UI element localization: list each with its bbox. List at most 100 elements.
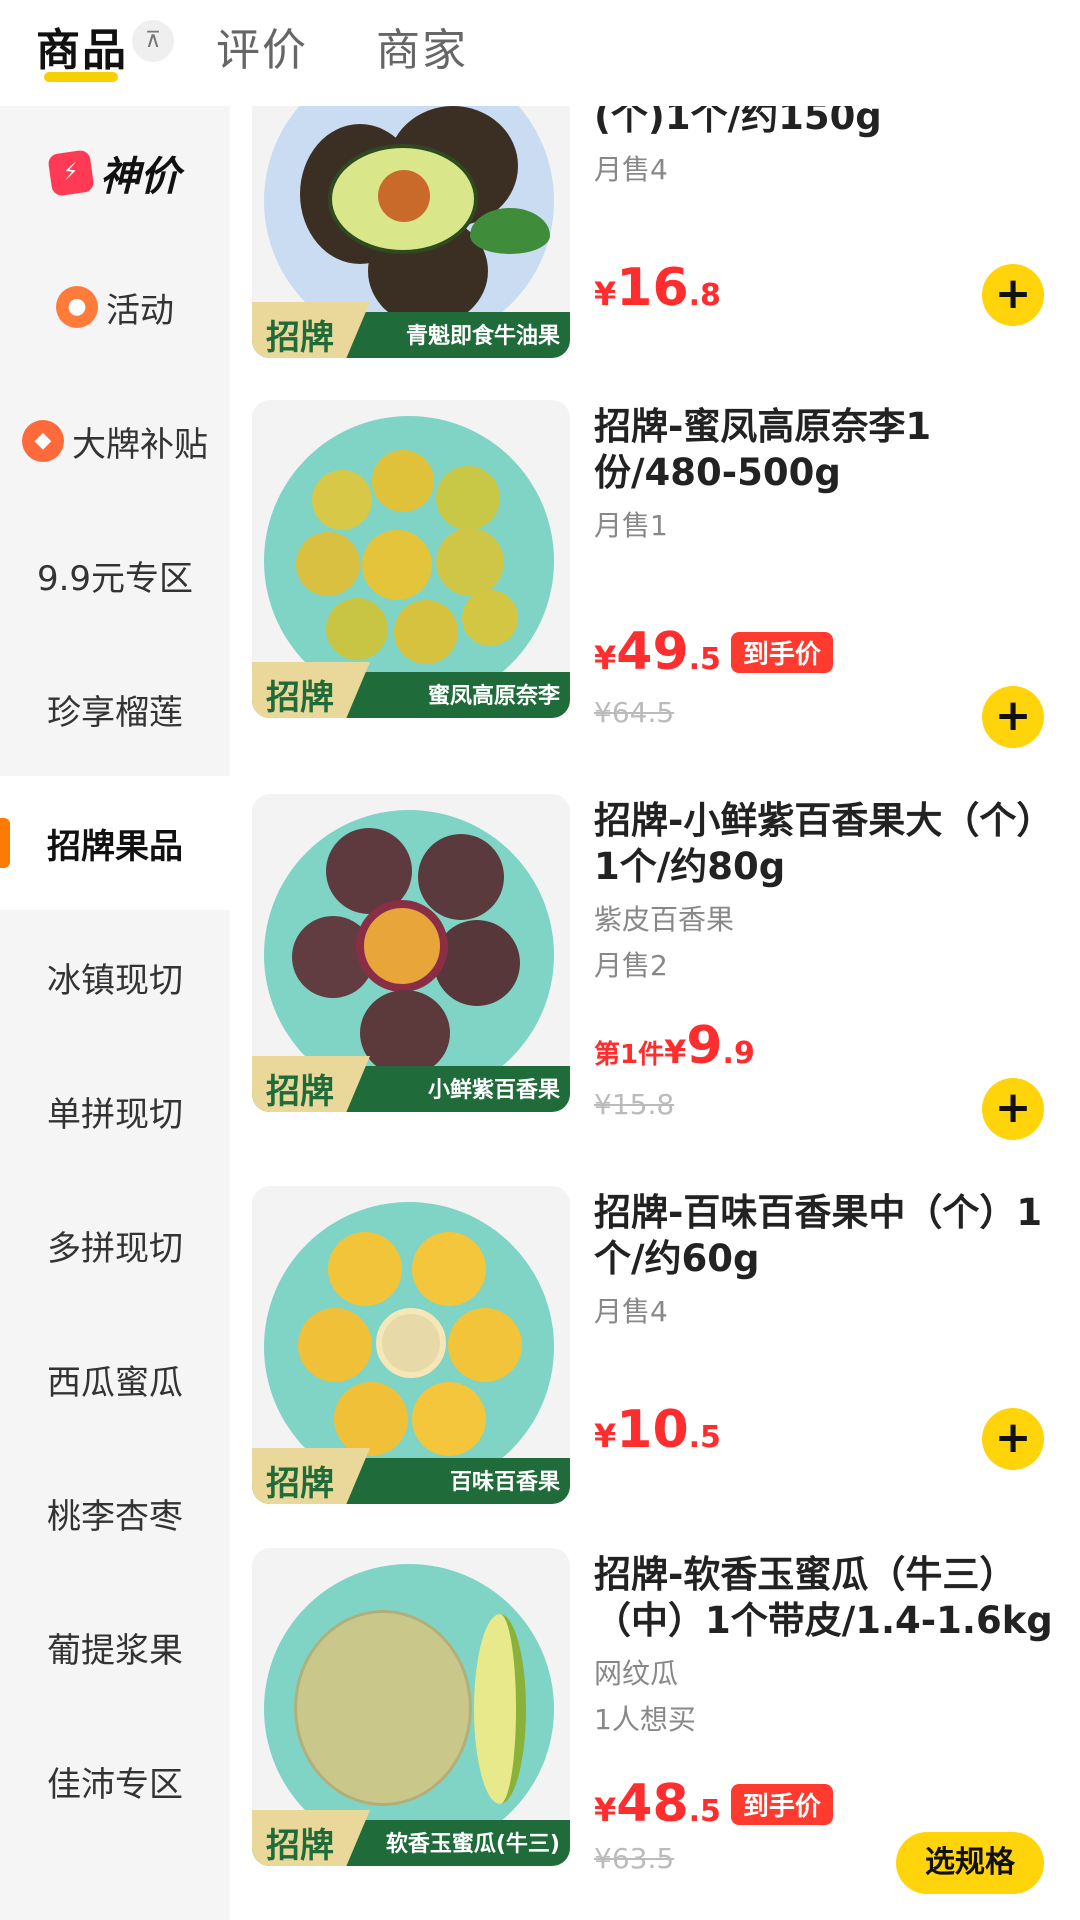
sidebar-item-label: 佳沛专区 [47, 1764, 183, 1805]
wishlist-count: 1人想买 [594, 1703, 696, 1736]
collapse-icon[interactable]: ⊼ [132, 20, 174, 62]
sidebar-item-label: 单拼现切 [47, 1094, 183, 1135]
sidebar-item-label: 珍享榴莲 [47, 692, 183, 733]
product-subtitle: 紫皮百香果 [594, 903, 735, 936]
price-currency: ¥ [594, 639, 617, 677]
melon-shape [294, 1610, 472, 1806]
price-currency: ¥ [664, 1033, 687, 1071]
price-currency: ¥ [594, 1791, 617, 1829]
plum-shape [362, 530, 432, 600]
tab-goods[interactable]: 商品 [36, 14, 128, 78]
add-to-cart-button[interactable]: + [982, 686, 1044, 748]
plum-shape [296, 532, 360, 596]
product-title: 招牌-小鲜紫百香果大（个）1个/约80g [594, 799, 1054, 888]
price-decimal: .9 [722, 1036, 755, 1071]
sidebar-item-multi-cut[interactable]: 多拼现切 [0, 1178, 230, 1312]
original-price: ¥63.5 [594, 1842, 675, 1875]
brand-badge-text: 招牌 [266, 1072, 334, 1112]
sidebar-item-signature-fruit[interactable]: 招牌果品 [0, 776, 230, 910]
plum-shape [312, 470, 372, 530]
yellow-passion-fruit-shape [412, 1382, 486, 1456]
product-image[interactable]: 招牌 软香玉蜜瓜(牛三) [252, 1548, 570, 1866]
product-image[interactable]: 招牌 蜜凤高原奈李 [252, 400, 570, 718]
top-tab-bar: 商品 ⊼ 评价 商家 [0, 0, 1080, 106]
plum-shape [436, 466, 500, 530]
passion-fruit-shape [360, 990, 450, 1076]
price-decimal: .5 [688, 1420, 721, 1455]
add-to-cart-button[interactable]: + [982, 264, 1044, 326]
plum-shape [436, 528, 504, 596]
price: ¥ 16 .8 [594, 258, 721, 318]
tag-icon: ● [56, 286, 98, 328]
final-price-tag: 到手价 [730, 632, 833, 673]
product-card[interactable]: 招牌 蜜凤高原奈李 招牌-蜜凤高原奈李1份/480-500g 月售1 ¥ 49 … [252, 400, 1062, 748]
tab-merchant[interactable]: 商家 [376, 14, 468, 78]
product-title: 招牌-百味百香果中（个）1个/约60g [594, 1191, 1043, 1280]
sidebar-item-activity[interactable]: ● 活动 [0, 240, 230, 374]
sidebar-item-9-9-zone[interactable]: 9.9元专区 [0, 508, 230, 642]
brand-badge-text: 招牌 [266, 1826, 334, 1866]
yellow-passion-fruit-shape [298, 1308, 372, 1382]
sidebar-item-berries[interactable]: 葡提浆果 [0, 1580, 230, 1714]
sidebar-item-iced-cut[interactable]: 冰镇现切 [0, 910, 230, 1044]
select-spec-button[interactable]: 选规格 [896, 1832, 1044, 1894]
sidebar-item-durian[interactable]: 珍享榴莲 [0, 642, 230, 776]
tab-reviews[interactable]: 评价 [216, 14, 308, 78]
lightning-icon: ⚡ [47, 149, 95, 197]
price-integer: 16 [616, 258, 689, 318]
tab-active-underline [44, 72, 118, 82]
product-title: 招牌-软香玉蜜瓜（牛三）（中）1个带皮/1.4-1.6kg [594, 1553, 1053, 1642]
price-integer: 9 [686, 1016, 723, 1076]
product-badge-name: 蜜凤高原奈李 [427, 684, 560, 709]
sidebar-item-label: 9.9元专区 [36, 558, 194, 599]
yellow-passion-fruit-shape [328, 1232, 402, 1306]
product-card[interactable]: 招牌 软香玉蜜瓜(牛三) 招牌-软香玉蜜瓜（牛三）（中）1个带皮/1.4-1.6… [252, 1548, 1062, 1894]
plum-shape [326, 598, 388, 660]
brand-badge-text: 招牌 [266, 1464, 334, 1504]
product-card[interactable]: 招牌 百味百香果 招牌-百味百香果中（个）1个/约60g 月售4 ¥ 10 .5… [252, 1186, 1062, 1506]
sidebar-item-zespri[interactable]: 佳沛专区 [0, 1714, 230, 1848]
passion-fruit-half-shape [356, 900, 448, 992]
sidebar-item-label: 冰镇现切 [47, 960, 183, 1001]
monthly-sales: 月售2 [594, 949, 668, 982]
product-card[interactable]: 招牌 小鲜紫百香果 招牌-小鲜紫百香果大（个）1个/约80g 紫皮百香果 月售2… [252, 794, 1062, 1140]
sidebar-item-label: 多拼现切 [47, 1228, 183, 1269]
add-to-cart-button[interactable]: + [982, 1078, 1044, 1140]
product-badge-name: 小鲜紫百香果 [427, 1078, 560, 1103]
price-decimal: .5 [688, 1794, 721, 1829]
product-badge-name: 青魁即食牛油果 [405, 324, 560, 349]
price-currency: ¥ [594, 275, 617, 313]
sidebar-item-label: 神价 [100, 154, 180, 200]
sidebar-item-label: 活动 [106, 290, 174, 331]
passion-fruit-shape [434, 920, 520, 1006]
sidebar-item-label: 桃李杏枣 [47, 1496, 183, 1537]
passion-fruit-half-shape [376, 1308, 446, 1378]
monthly-sales: 月售4 [594, 153, 668, 186]
sidebar-item-god-price[interactable]: ⚡ 神价 [0, 106, 230, 240]
sidebar-item-label: 大牌补贴 [72, 424, 208, 465]
monthly-sales: 月售1 [594, 509, 668, 542]
sidebar-item-label: 西瓜蜜瓜 [47, 1362, 183, 1403]
plum-shape [394, 600, 458, 664]
price-integer: 49 [616, 622, 689, 682]
sidebar-item-melon[interactable]: 西瓜蜜瓜 [0, 1312, 230, 1446]
product-image[interactable]: 招牌 小鲜紫百香果 [252, 794, 570, 1112]
price-integer: 48 [616, 1774, 689, 1834]
yellow-passion-fruit-shape [412, 1232, 486, 1306]
first-item-label: 第1件 [594, 1040, 665, 1070]
brand-badge-text: 招牌 [266, 318, 334, 358]
diamond-icon: ◆ [22, 420, 64, 462]
product-subtitle: 网纹瓜 [594, 1657, 679, 1690]
add-to-cart-button[interactable]: + [982, 1408, 1044, 1470]
price: ¥ 10 .5 [594, 1400, 721, 1460]
product-badge-name: 软香玉蜜瓜(牛三) [385, 1832, 560, 1857]
product-image[interactable]: 招牌 百味百香果 [252, 1186, 570, 1504]
sidebar-item-single-cut[interactable]: 单拼现切 [0, 1044, 230, 1178]
product-title: 招牌-蜜凤高原奈李1份/480-500g [594, 405, 932, 494]
plum-shape [372, 450, 434, 512]
price: ¥ 48 .5 到手价 [594, 1774, 833, 1834]
sidebar-item-stone-fruit[interactable]: 桃李杏枣 [0, 1446, 230, 1580]
yellow-passion-fruit-shape [334, 1382, 408, 1456]
sidebar-item-brand-subsidy[interactable]: ◆ 大牌补贴 [0, 374, 230, 508]
price: ¥ 49 .5 到手价 [594, 622, 833, 682]
